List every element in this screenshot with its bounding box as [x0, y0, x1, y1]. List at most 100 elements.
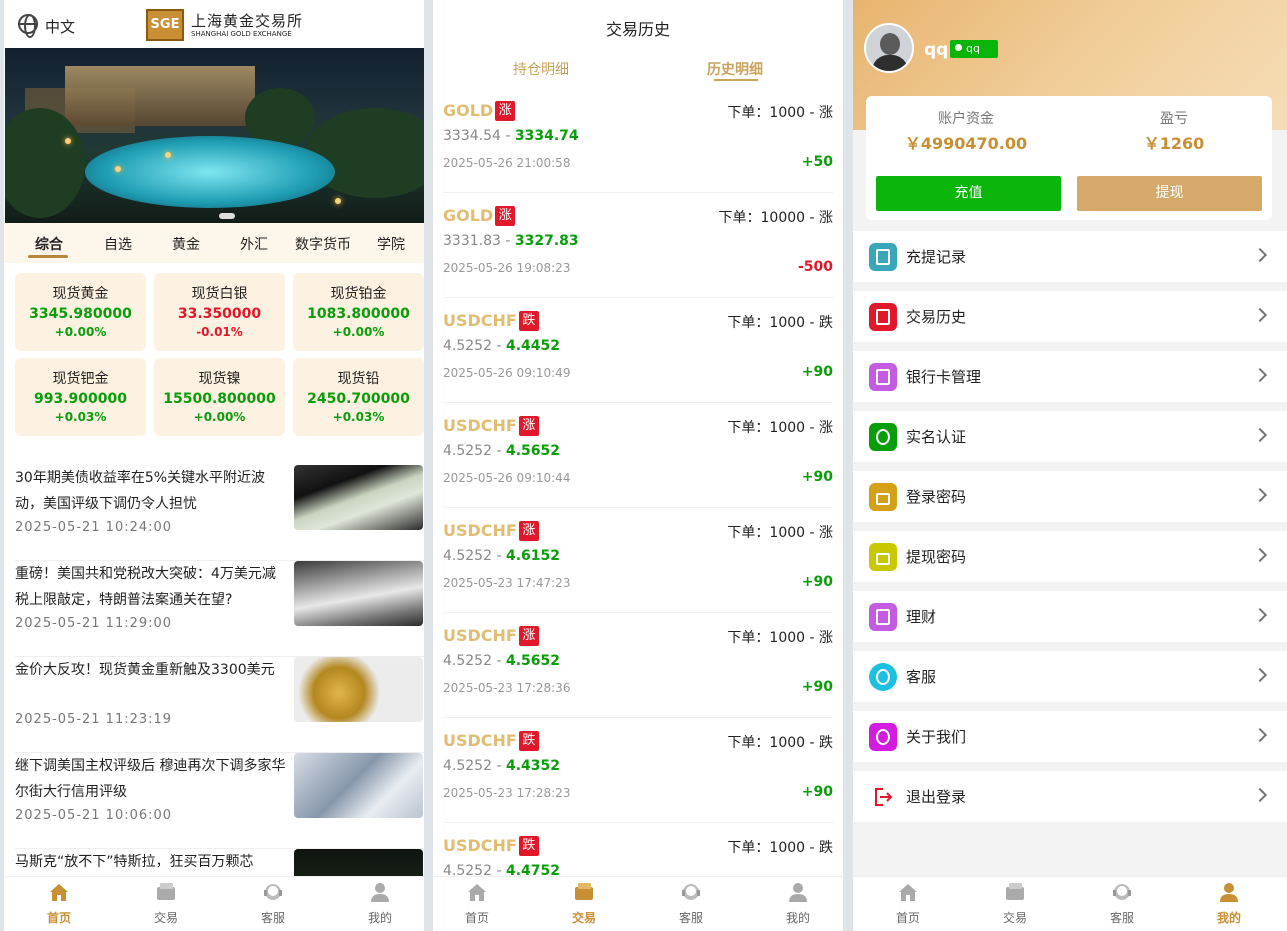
menu-label: 关于我们	[906, 728, 967, 746]
news-item[interactable]: 30年期美债收益率在5%关键水平附近波动，美国评级下调仍令人担忧 2025-05…	[4, 465, 424, 561]
active-tab-indicator	[28, 255, 68, 258]
news-date: 2025-05-21 11:29:00	[15, 616, 173, 631]
chevron-right-icon	[1252, 787, 1268, 803]
menu-item-withdraw-password[interactable]: 提现密码	[853, 531, 1287, 582]
order-info: 下单：1000 - 跌	[727, 840, 833, 856]
bottom-nav: 首页 交易 客服 我的	[4, 876, 424, 931]
news-title: 继下调美国主权评级后 穆迪再次下调多家华尔街大行信用评级	[15, 758, 286, 800]
menu-item-finance[interactable]: 理财	[853, 591, 1287, 642]
deposit-button[interactable]: 充值	[876, 176, 1061, 211]
profit-loss: +90	[801, 679, 833, 695]
chevron-right-icon	[1252, 487, 1268, 503]
news-item[interactable]: 重磅！美国共和党税改大突破：4万美元减税上限敲定，特朗普法案通关在望? 2025…	[4, 561, 424, 657]
avatar[interactable]	[864, 23, 914, 73]
news-item[interactable]: 继下调美国主权评级后 穆迪再次下调多家华尔街大行信用评级 2025-05-21 …	[4, 753, 424, 849]
menu-item-service[interactable]: 客服	[853, 651, 1287, 702]
profit-loss: +90	[801, 469, 833, 485]
service-icon	[869, 663, 897, 691]
tab-positions[interactable]: 持仓明细	[513, 59, 569, 79]
quote-price: 15500.800000	[163, 391, 276, 407]
wallet-icon	[1004, 881, 1026, 903]
language-switch[interactable]: 中文	[45, 16, 75, 37]
menu-label: 退出登录	[906, 788, 967, 806]
close-price: 4.5652	[505, 443, 560, 459]
trade-row[interactable]: USDCHF 跌 下单：1000 - 跌 4.5252 - 4.4352 2025…	[443, 718, 833, 823]
news-thumbnail	[294, 561, 423, 626]
nav-mine[interactable]: 我的	[768, 881, 828, 926]
withdraw-button[interactable]: 提现	[1077, 176, 1262, 211]
profile-screen: qq qq 账户资金 ￥4990470.00 盈亏 ￥1260 充值 提现 充提…	[853, 0, 1287, 931]
nav-service[interactable]: 客服	[661, 881, 721, 926]
trade-time: 2025-05-26 19:08:23	[443, 261, 571, 275]
nav-service-label: 客服	[260, 911, 285, 925]
news-item[interactable]: 金价大反攻！现货黄金重新触及3300美元 2025-05-21 11:23:19	[4, 657, 424, 753]
menu-item-login-password[interactable]: 登录密码	[853, 471, 1287, 522]
quote-price: 2450.700000	[307, 391, 410, 407]
menu-item-records[interactable]: 充提记录	[853, 231, 1287, 282]
nav-home[interactable]: 首页	[878, 881, 938, 926]
menu-label: 实名认证	[906, 428, 967, 446]
globe-icon[interactable]	[18, 14, 38, 38]
quote-name: 现货镍	[198, 371, 241, 387]
menu-item-about[interactable]: 关于我们	[853, 711, 1287, 762]
direction-badge: 涨	[518, 416, 539, 436]
carousel-indicator[interactable]	[219, 213, 235, 219]
open-price: 4.5252	[443, 653, 492, 669]
news-thumbnail	[294, 465, 423, 530]
trade-row[interactable]: USDCHF 跌 下单：1000 - 跌 4.5252 - 4.4452 2025…	[443, 298, 833, 403]
nav-home-label: 首页	[46, 911, 71, 925]
hero-banner[interactable]	[5, 48, 424, 223]
tab-gold[interactable]: 黄金	[172, 234, 200, 254]
tab-academy[interactable]: 学院	[377, 234, 405, 254]
quote-tile[interactable]: 现货铅 2450.700000 +0.03%	[293, 358, 424, 436]
profit-loss: -500	[797, 259, 833, 275]
quote-change: +0.03%	[54, 410, 107, 424]
close-price: 3327.83	[514, 233, 579, 249]
user-icon	[787, 881, 809, 903]
trade-row[interactable]: GOLD 涨 下单：10000 - 涨 3331.83 - 3327.83 202…	[443, 193, 833, 298]
trade-row[interactable]: USDCHF 涨 下单：1000 - 涨 4.5252 - 4.5652 2025…	[443, 403, 833, 508]
nav-mine[interactable]: 我的	[350, 881, 410, 926]
home-icon	[466, 881, 488, 903]
menu-item-bank-card[interactable]: 银行卡管理	[853, 351, 1287, 402]
trade-row[interactable]: GOLD 涨 下单：1000 - 涨 3334.54 - 3334.74 2025…	[443, 88, 833, 193]
menu-item-trade-history[interactable]: 交易历史	[853, 291, 1287, 342]
tab-history[interactable]: 历史明细	[707, 59, 763, 79]
nav-trade[interactable]: 交易	[985, 881, 1045, 926]
quote-tile[interactable]: 现货铂金 1083.800000 +0.00%	[293, 273, 424, 351]
quote-tile[interactable]: 现货镍 15500.800000 +0.00%	[154, 358, 285, 436]
menu-item-verification[interactable]: 实名认证	[853, 411, 1287, 462]
record-icon	[869, 243, 897, 271]
profit-loss: +90	[801, 364, 833, 380]
menu-item-logout[interactable]: 退出登录	[853, 771, 1287, 822]
order-info: 下单：1000 - 涨	[727, 630, 833, 646]
order-info: 下单：1000 - 涨	[727, 420, 833, 436]
quote-tile[interactable]: 现货钯金 993.900000 +0.03%	[15, 358, 146, 436]
nav-trade[interactable]: 交易	[136, 881, 196, 926]
tab-overview[interactable]: 综合	[35, 234, 63, 254]
nav-service[interactable]: 客服	[243, 881, 303, 926]
nav-home[interactable]: 首页	[447, 881, 507, 926]
tab-forex[interactable]: 外汇	[240, 234, 268, 254]
direction-badge: 涨	[495, 101, 516, 121]
nav-trade[interactable]: 交易	[554, 881, 614, 926]
nav-home[interactable]: 首页	[29, 881, 89, 926]
tab-crypto[interactable]: 数字货币	[295, 234, 351, 254]
home-screen: 中文 SGE 上海黄金交易所 SHANGHAI GOLD EXCHANGE 综合…	[4, 0, 424, 931]
close-price: 3334.74	[514, 128, 579, 144]
menu-label: 银行卡管理	[906, 368, 982, 386]
logo-text-cn: 上海黄金交易所	[191, 12, 304, 30]
trade-row[interactable]: USDCHF 涨 下单：1000 - 涨 4.5252 - 4.5652 2025…	[443, 613, 833, 718]
nav-mine[interactable]: 我的	[1199, 881, 1259, 926]
order-info: 下单：1000 - 涨	[727, 105, 833, 121]
close-price: 4.4452	[505, 338, 560, 354]
quote-tile[interactable]: 现货白银 33.350000 -0.01%	[154, 273, 285, 351]
quote-tile[interactable]: 现货黄金 3345.980000 +0.00%	[15, 273, 146, 351]
trade-row[interactable]: USDCHF 涨 下单：1000 - 涨 4.5252 - 4.6152 2025…	[443, 508, 833, 613]
quote-change: +0.00%	[54, 325, 107, 339]
nav-mine-label: 我的	[785, 911, 810, 925]
bank-card-icon	[869, 363, 897, 391]
tab-watchlist[interactable]: 自选	[104, 234, 132, 254]
about-icon	[869, 723, 897, 751]
nav-service[interactable]: 客服	[1092, 881, 1152, 926]
